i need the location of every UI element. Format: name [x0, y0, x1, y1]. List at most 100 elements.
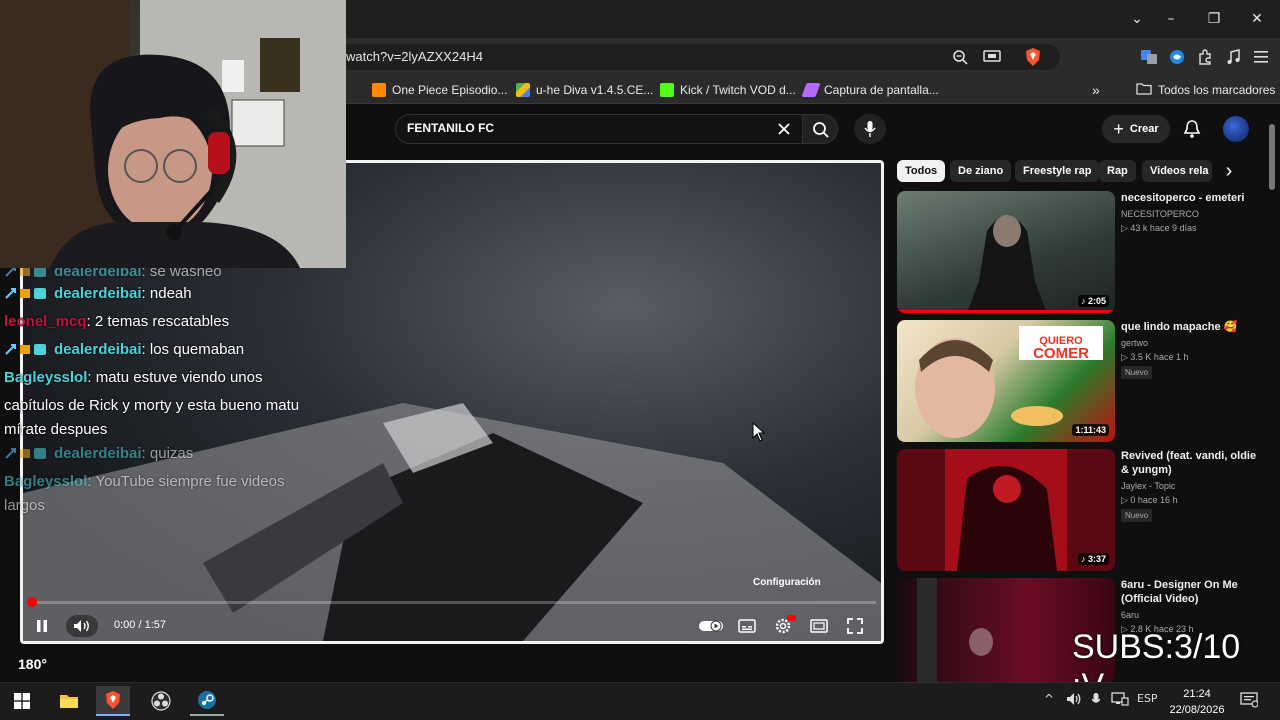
chat-text: : ndeah	[141, 285, 192, 302]
brave-browser-icon[interactable]	[96, 686, 130, 716]
create-button[interactable]: + Crear	[1102, 115, 1170, 143]
scrollbar-thumb[interactable]	[1269, 124, 1275, 190]
close-button[interactable]: ✕	[1246, 8, 1268, 30]
network-icon[interactable]	[1111, 692, 1129, 709]
bookmark-kick-twitch[interactable]: Kick / Twitch VOD d...	[660, 81, 796, 99]
avatar[interactable]	[1223, 116, 1249, 142]
fullscreen-button[interactable]	[842, 615, 868, 637]
pause-icon	[37, 620, 47, 632]
recommendation-2[interactable]: QUIERO COMER 1:11:43 que lindo mapache 🥰 …	[897, 320, 1267, 442]
progress-bar[interactable]	[30, 601, 876, 604]
zoom-icon[interactable]	[949, 46, 971, 68]
microphone-tray-icon[interactable]	[1091, 692, 1101, 711]
pause-button[interactable]	[29, 615, 55, 637]
bookmark-label: Kick / Twitch VOD d...	[680, 83, 796, 97]
thumbnail[interactable]: ♪ 3:37	[897, 449, 1115, 571]
mouse-cursor-icon	[752, 421, 766, 447]
notifications-center-icon[interactable]	[1240, 692, 1259, 711]
bookmark-uhe-diva[interactable]: u-he Diva v1.4.5.CE...	[516, 81, 653, 99]
chat-message: dealerdeibai: los quemaban	[4, 336, 244, 364]
video-stats: ▷ 3.5 K hace 1 h	[1121, 352, 1189, 362]
voice-search-button[interactable]	[854, 114, 886, 144]
search-button[interactable]	[802, 114, 838, 144]
recommendation-1[interactable]: ♪ 2:05 necesitoperco - emeteri NECESITOP…	[897, 191, 1267, 313]
media-music-icon[interactable]	[1222, 46, 1244, 68]
chat-badges-icon	[4, 445, 54, 462]
bookmarks-overflow-button[interactable]: »	[1092, 81, 1100, 99]
pen-icon	[801, 83, 821, 97]
chat-text: : 2 temas rescatables	[86, 313, 230, 330]
bookmark-label: u-he Diva v1.4.5.CE...	[536, 83, 654, 97]
chat-message: Bagleysslol: matu estuve viendo unos	[4, 364, 262, 392]
chat-text: : YouTube siempre fue videos	[87, 473, 285, 490]
tab-search-icon[interactable]: ⌄	[1126, 8, 1148, 30]
restore-button[interactable]: ❐	[1203, 8, 1225, 30]
chip-videos-relacionados[interactable]: Videos rela	[1142, 160, 1212, 182]
volume-icon	[74, 620, 89, 632]
file-explorer-icon[interactable]	[52, 686, 86, 716]
create-label: Crear	[1129, 123, 1159, 135]
steam-icon[interactable]	[190, 686, 224, 716]
video-stats: ▷ 43 k hace 9 días	[1121, 223, 1197, 233]
chips-next-arrow-icon[interactable]: ›	[1216, 158, 1242, 184]
speaker-icon[interactable]	[1066, 692, 1082, 709]
language-indicator[interactable]: ESP	[1137, 692, 1158, 705]
bookmark-one-piece[interactable]: One Piece Episodio...	[372, 81, 507, 99]
theater-mode-button[interactable]	[806, 615, 832, 637]
thumbnail[interactable]: ♪ 2:05	[897, 191, 1115, 313]
chat-message: leonel_mcq: 2 temas rescatables	[4, 308, 229, 336]
channel-name[interactable]: 6aru	[1121, 609, 1139, 622]
taskbar-clock[interactable]: 21:24 22/08/2026	[1168, 686, 1226, 718]
subtitles-button[interactable]	[734, 615, 760, 637]
cast-icon[interactable]	[981, 46, 1003, 68]
duration-badge: ♪ 3:37	[1077, 553, 1109, 565]
page-scrollbar[interactable]	[1268, 120, 1276, 680]
search-icon	[813, 122, 829, 138]
extensions-puzzle-icon[interactable]	[1194, 46, 1216, 68]
bookmark-captura[interactable]: Captura de pantalla...	[801, 81, 939, 99]
recommendation-3[interactable]: ♪ 3:37 Revived (feat. vandi, oldie & yun…	[897, 449, 1267, 571]
clock-date: 22/08/2026	[1169, 704, 1225, 716]
minimize-button[interactable]: –	[1160, 8, 1182, 30]
translate-icon[interactable]	[1138, 46, 1160, 68]
bookmark-label: Captura de pantalla...	[824, 83, 939, 97]
extension-blue-icon[interactable]	[1166, 46, 1188, 68]
channel-name[interactable]: Jaylex - Topic	[1121, 480, 1175, 493]
url-text[interactable]: watch?v=2lyAZXX24H4	[346, 49, 483, 64]
new-badge: Nuevo	[1121, 509, 1153, 522]
windows-start-icon[interactable]	[5, 686, 39, 716]
chip-de-ziano[interactable]: De ziano	[950, 160, 1012, 182]
chip-todos[interactable]: Todos	[897, 160, 946, 182]
autoplay-toggle[interactable]	[698, 615, 724, 637]
channel-name[interactable]: NECESITOPERCO	[1121, 208, 1199, 221]
video-title[interactable]: Revived (feat. vandi, oldie & yungm)	[1121, 449, 1267, 477]
chat-text: : matu estuve viendo unos	[87, 369, 263, 386]
settings-button[interactable]	[770, 615, 796, 637]
search-query[interactable]: FENTANILO FC	[407, 121, 494, 135]
thumbnail[interactable]: QUIERO COMER 1:11:43	[897, 320, 1115, 442]
notifications-bell-icon[interactable]	[1183, 119, 1201, 144]
volume-button[interactable]	[66, 615, 98, 637]
kick-icon	[660, 83, 674, 97]
bookmark-label: One Piece Episodio...	[392, 83, 508, 97]
brave-shield-icon[interactable]	[1022, 46, 1044, 68]
chat-text: largos	[4, 497, 45, 514]
video-title[interactable]: que lindo mapache 🥰	[1121, 320, 1267, 334]
chat-text: capítulos de Rick y morty y esta bueno m…	[4, 397, 300, 414]
clear-search-icon[interactable]	[776, 121, 792, 137]
hd-badge	[787, 615, 796, 621]
video-title[interactable]: 6aru - Designer On Me (Official Video)	[1121, 578, 1267, 606]
duration-badge: ♪ 2:05	[1077, 295, 1109, 307]
progress-scrubber[interactable]	[27, 597, 37, 607]
channel-name[interactable]: gertwo	[1121, 337, 1148, 350]
video-title[interactable]: necesitoperco - emeteri	[1121, 191, 1267, 205]
chip-rap[interactable]: Rap	[1099, 160, 1136, 182]
obs-studio-icon[interactable]	[144, 686, 178, 716]
tray-overflow-icon[interactable]: ^	[1044, 692, 1054, 706]
all-bookmarks-button[interactable]: Todos los marcadores	[1136, 81, 1275, 99]
chip-freestyle-rap[interactable]: Freestyle rap	[1015, 160, 1100, 182]
chat-username: Bagleysslol	[4, 369, 88, 386]
stream-chat-overlay: dealerdeibai: se washeó dealerdeibai: nde…	[0, 258, 346, 528]
bookmark-favicon-icon	[372, 83, 386, 97]
browser-menu-icon[interactable]	[1250, 46, 1272, 68]
